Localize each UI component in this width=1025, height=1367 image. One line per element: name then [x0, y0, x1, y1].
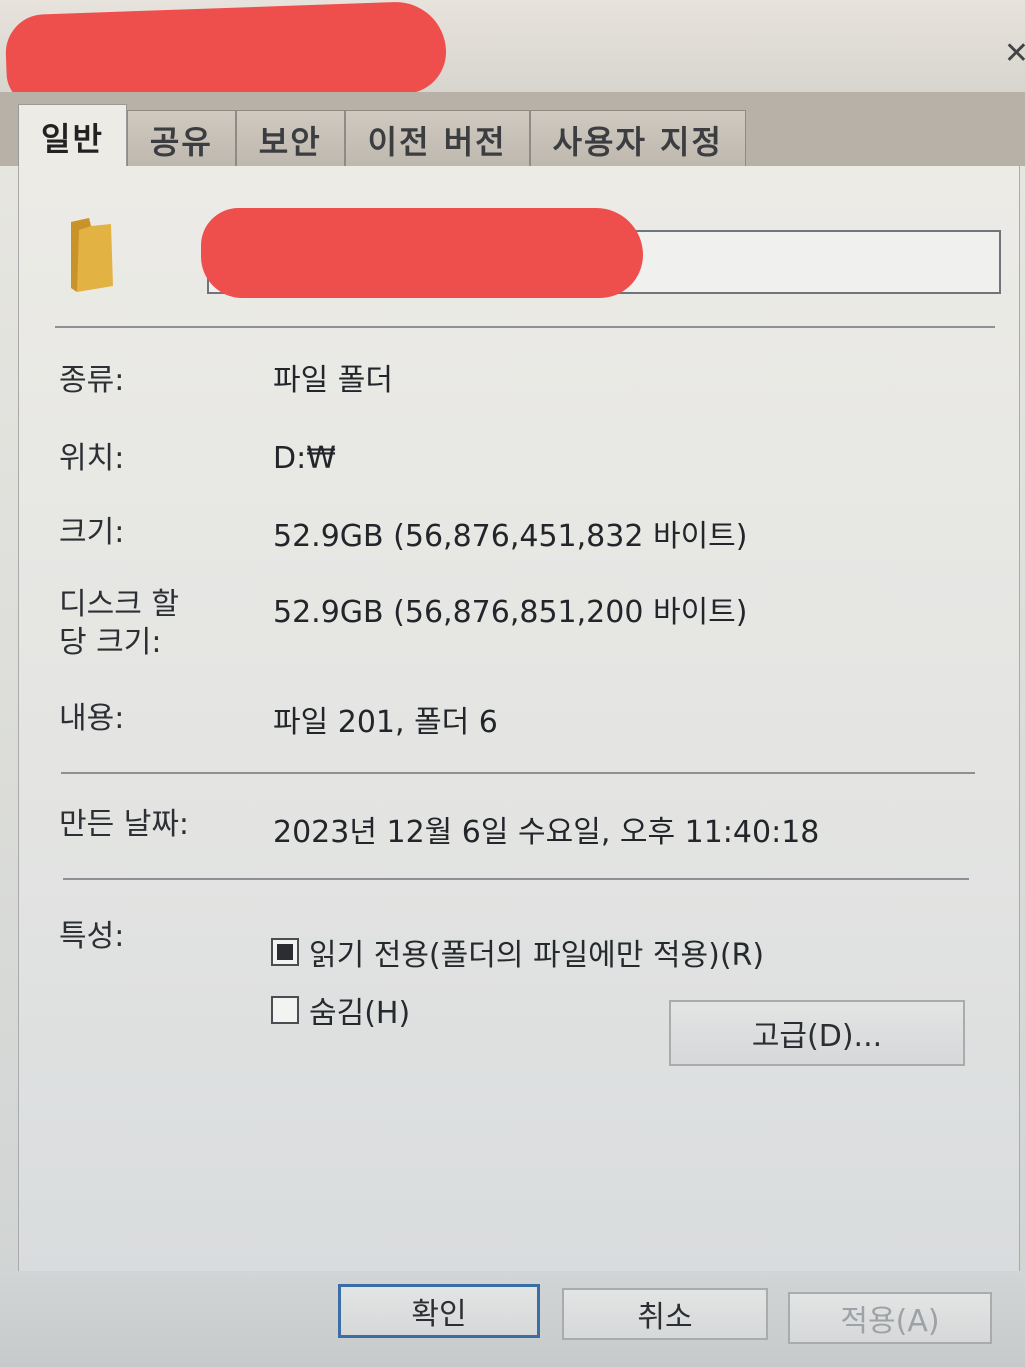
location-value: D:₩ — [273, 441, 336, 476]
created-value: 2023년 12월 6일 수요일, 오후 11:40:18 — [273, 815, 820, 850]
tab-customize[interactable]: 사용자 지정 — [529, 110, 746, 169]
title-bar[interactable]: ✕ — [0, 0, 1025, 108]
type-label: 종류: — [59, 363, 125, 398]
redacted-folder-name — [201, 208, 643, 298]
tab-security[interactable]: 보안 — [235, 110, 345, 169]
contents-label: 내용: — [59, 701, 125, 736]
divider — [63, 878, 969, 880]
created-label: 만든 날짜: — [59, 807, 190, 842]
type-value: 파일 폴더 — [273, 363, 393, 398]
disk-size-label-line1: 디스크 할 — [59, 587, 179, 622]
hidden-checkbox-row[interactable]: 숨김(H) — [271, 988, 410, 1032]
divider — [55, 326, 995, 328]
attributes-label: 특성: — [59, 919, 125, 954]
advanced-button[interactable]: 고급(D)... — [669, 1000, 965, 1066]
size-value: 52.9GB (56,876,451,832 바이트) — [273, 519, 748, 554]
hidden-label: 숨김(H) — [309, 996, 411, 1031]
location-label: 위치: — [59, 441, 125, 476]
hidden-checkbox[interactable] — [271, 996, 299, 1024]
tab-previous-versions[interactable]: 이전 버전 — [344, 110, 530, 169]
disk-size-value: 52.9GB (56,876,851,200 바이트) — [273, 595, 748, 630]
tab-general[interactable]: 일반 — [18, 104, 127, 169]
close-icon[interactable]: ✕ — [1004, 36, 1025, 71]
size-label: 크기: — [59, 515, 125, 550]
tab-sharing[interactable]: 공유 — [126, 110, 236, 169]
tab-bar: 일반 공유 보안 이전 버전 사용자 지정 — [18, 104, 746, 169]
general-panel: 종류: 파일 폴더 위치: D:₩ 크기: 52.9GB (56,876,451… — [18, 166, 1020, 1271]
properties-window: ✕ 일반 공유 보안 이전 버전 사용자 지정 종류: 파일 폴더 위치: D:… — [0, 0, 1025, 1367]
cancel-button[interactable]: 취소 — [562, 1288, 768, 1340]
folder-icon — [71, 218, 113, 292]
readonly-checkbox[interactable] — [271, 938, 299, 966]
contents-value: 파일 201, 폴더 6 — [273, 705, 498, 740]
ok-button[interactable]: 확인 — [338, 1284, 540, 1338]
disk-size-label-line2: 당 크기: — [59, 625, 162, 660]
readonly-checkbox-row[interactable]: 읽기 전용(폴더의 파일에만 적용)(R) — [271, 930, 764, 974]
apply-button[interactable]: 적용(A) — [788, 1292, 992, 1344]
divider — [61, 772, 975, 774]
readonly-label: 읽기 전용(폴더의 파일에만 적용)(R) — [309, 938, 765, 973]
